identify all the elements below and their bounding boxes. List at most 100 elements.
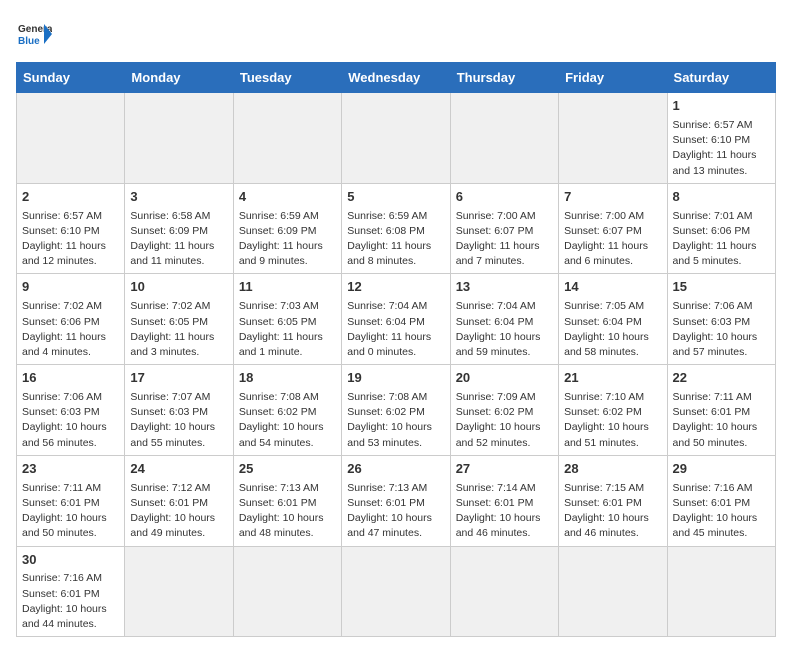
calendar-cell: 4Sunrise: 6:59 AMSunset: 6:09 PMDaylight… (233, 183, 341, 274)
sunset-text: Sunset: 6:03 PM (22, 406, 100, 418)
calendar-row-2: 9Sunrise: 7:02 AMSunset: 6:06 PMDaylight… (17, 274, 776, 365)
calendar-cell: 10Sunrise: 7:02 AMSunset: 6:05 PMDayligh… (125, 274, 233, 365)
calendar-cell (233, 93, 341, 184)
calendar-cell: 15 Sunrise: 7:06 AM Sunset: 6:03 PM Dayligh… (667, 274, 775, 365)
sunset-text: Sunset: 6:01 PM (22, 588, 100, 600)
calendar-cell: 22Sunrise: 7:11 AMSunset: 6:01 PMDayligh… (667, 365, 775, 456)
sunrise-text: Sunrise: 7:02 AM (22, 300, 102, 312)
calendar-cell (559, 93, 667, 184)
date-number: 15 (673, 278, 770, 297)
sunset-text: Sunset: 6:02 PM (564, 406, 642, 418)
sunset-text: Sunset: 6:02 PM (456, 406, 534, 418)
calendar-cell: 20Sunrise: 7:09 AMSunset: 6:02 PMDayligh… (450, 365, 558, 456)
calendar-table: SundayMondayTuesdayWednesdayThursdayFrid… (16, 62, 776, 637)
sunrise-text: Sunrise: 7:07 AM (130, 391, 210, 403)
sunrise-text: Sunrise: 7:06 AM (22, 391, 102, 403)
weekday-header-tuesday: Tuesday (233, 63, 341, 93)
sunrise-text: Sunrise: 7:15 AM (564, 482, 644, 494)
sunrise-text: Sunrise: 7:10 AM (564, 391, 644, 403)
sunrise-text: Sunrise: 7:11 AM (673, 391, 752, 403)
sunrise-text: Sunrise: 7:13 AM (239, 482, 319, 494)
sunrise-text: Sunrise: 7:14 AM (456, 482, 536, 494)
calendar-cell (125, 93, 233, 184)
daylight-text: Daylight: 10 hours and 44 minutes. (22, 603, 107, 630)
date-number: 18 (239, 369, 336, 388)
sunset-text: Sunset: 6:06 PM (673, 225, 751, 237)
date-number: 21 (564, 369, 661, 388)
sunset-text: Sunset: 6:01 PM (347, 497, 425, 509)
sunrise-text: Sunrise: 7:09 AM (456, 391, 536, 403)
date-number: 23 (22, 460, 119, 479)
sunrise-text: Sunrise: 7:00 AM (564, 210, 644, 222)
daylight-text: Daylight: 10 hours and 45 minutes. (673, 512, 758, 539)
sunrise-text: Sunrise: 7:04 AM (456, 300, 536, 312)
date-number: 2 (22, 188, 119, 207)
calendar-cell (17, 93, 125, 184)
date-number: 16 (22, 369, 119, 388)
daylight-text: Daylight: 10 hours and 58 minutes. (564, 331, 649, 358)
daylight-text: Daylight: 10 hours and 50 minutes. (673, 421, 758, 448)
date-number: 28 (564, 460, 661, 479)
sunrise-text: Sunrise: 7:12 AM (130, 482, 210, 494)
weekday-header-wednesday: Wednesday (342, 63, 450, 93)
date-number: 14 (564, 278, 661, 297)
daylight-text: Daylight: 11 hours and 3 minutes. (130, 331, 214, 358)
sunset-text: Sunset: 6:01 PM (130, 497, 208, 509)
daylight-text: Daylight: 11 hours and 9 minutes. (239, 240, 323, 267)
sunrise-text: Sunrise: 7:04 AM (347, 300, 427, 312)
date-number: 27 (456, 460, 553, 479)
calendar-cell: 25Sunrise: 7:13 AMSunset: 6:01 PMDayligh… (233, 455, 341, 546)
weekday-header-thursday: Thursday (450, 63, 558, 93)
date-number: 13 (456, 278, 553, 297)
logo: General Blue (16, 16, 52, 52)
sunrise-text: Sunrise: 7:01 AM (673, 210, 753, 222)
daylight-text: Daylight: 10 hours and 56 minutes. (22, 421, 107, 448)
daylight-text: Daylight: 11 hours and 13 minutes. (673, 149, 757, 176)
weekday-header-row: SundayMondayTuesdayWednesdayThursdayFrid… (17, 63, 776, 93)
calendar-cell: 9Sunrise: 7:02 AMSunset: 6:06 PMDaylight… (17, 274, 125, 365)
sunrise-text: Sunrise: 7:08 AM (347, 391, 427, 403)
calendar-row-5: 30Sunrise: 7:16 AMSunset: 6:01 PMDayligh… (17, 546, 776, 637)
sunset-text: Sunset: 6:02 PM (347, 406, 425, 418)
calendar-row-0: 1Sunrise: 6:57 AMSunset: 6:10 PMDaylight… (17, 93, 776, 184)
daylight-text: Daylight: 10 hours and 46 minutes. (456, 512, 541, 539)
sunrise-text: Sunrise: 7:06 AM (673, 300, 753, 312)
daylight-text: Daylight: 10 hours and 46 minutes. (564, 512, 649, 539)
weekday-header-friday: Friday (559, 63, 667, 93)
sunset-text: Sunset: 6:01 PM (239, 497, 317, 509)
calendar-cell: 28 Sunrise: 7:15 AM Sunset: 6:01 PM Dayligh… (559, 455, 667, 546)
page-header: General Blue (16, 16, 776, 52)
calendar-cell: 30Sunrise: 7:16 AMSunset: 6:01 PMDayligh… (17, 546, 125, 637)
sunset-text: Sunset: 6:03 PM (673, 316, 751, 328)
calendar-cell (342, 546, 450, 637)
daylight-text: Daylight: 11 hours and 4 minutes. (22, 331, 106, 358)
calendar-cell (342, 93, 450, 184)
date-number: 10 (130, 278, 227, 297)
daylight-text: Daylight: 10 hours and 59 minutes. (456, 331, 541, 358)
sunset-text: Sunset: 6:01 PM (456, 497, 534, 509)
sunset-text: Sunset: 6:04 PM (564, 316, 642, 328)
date-number: 4 (239, 188, 336, 207)
date-number: 25 (239, 460, 336, 479)
calendar-cell: 23Sunrise: 7:11 AMSunset: 6:01 PMDayligh… (17, 455, 125, 546)
calendar-cell: 3Sunrise: 6:58 AMSunset: 6:09 PMDaylight… (125, 183, 233, 274)
sunrise-text: Sunrise: 7:02 AM (130, 300, 210, 312)
daylight-text: Daylight: 11 hours and 6 minutes. (564, 240, 648, 267)
date-number: 17 (130, 369, 227, 388)
calendar-cell: 8Sunrise: 7:01 AMSunset: 6:06 PMDaylight… (667, 183, 775, 274)
sunrise-text: Sunrise: 6:59 AM (239, 210, 319, 222)
calendar-cell: 5Sunrise: 6:59 AMSunset: 6:08 PMDaylight… (342, 183, 450, 274)
sunset-text: Sunset: 6:01 PM (564, 497, 642, 509)
date-number: 6 (456, 188, 553, 207)
daylight-text: Daylight: 10 hours and 49 minutes. (130, 512, 215, 539)
daylight-text: Daylight: 10 hours and 57 minutes. (673, 331, 758, 358)
calendar-row-3: 16 Sunrise: 7:06 AM Sunset: 6:03 PM Dayligh… (17, 365, 776, 456)
svg-text:Blue: Blue (18, 36, 40, 47)
calendar-cell: 7Sunrise: 7:00 AMSunset: 6:07 PMDaylight… (559, 183, 667, 274)
sunset-text: Sunset: 6:07 PM (456, 225, 534, 237)
date-number: 12 (347, 278, 444, 297)
calendar-cell: 26Sunrise: 7:13 AMSunset: 6:01 PMDayligh… (342, 455, 450, 546)
sunset-text: Sunset: 6:01 PM (673, 406, 751, 418)
date-number: 5 (347, 188, 444, 207)
daylight-text: Daylight: 11 hours and 12 minutes. (22, 240, 106, 267)
